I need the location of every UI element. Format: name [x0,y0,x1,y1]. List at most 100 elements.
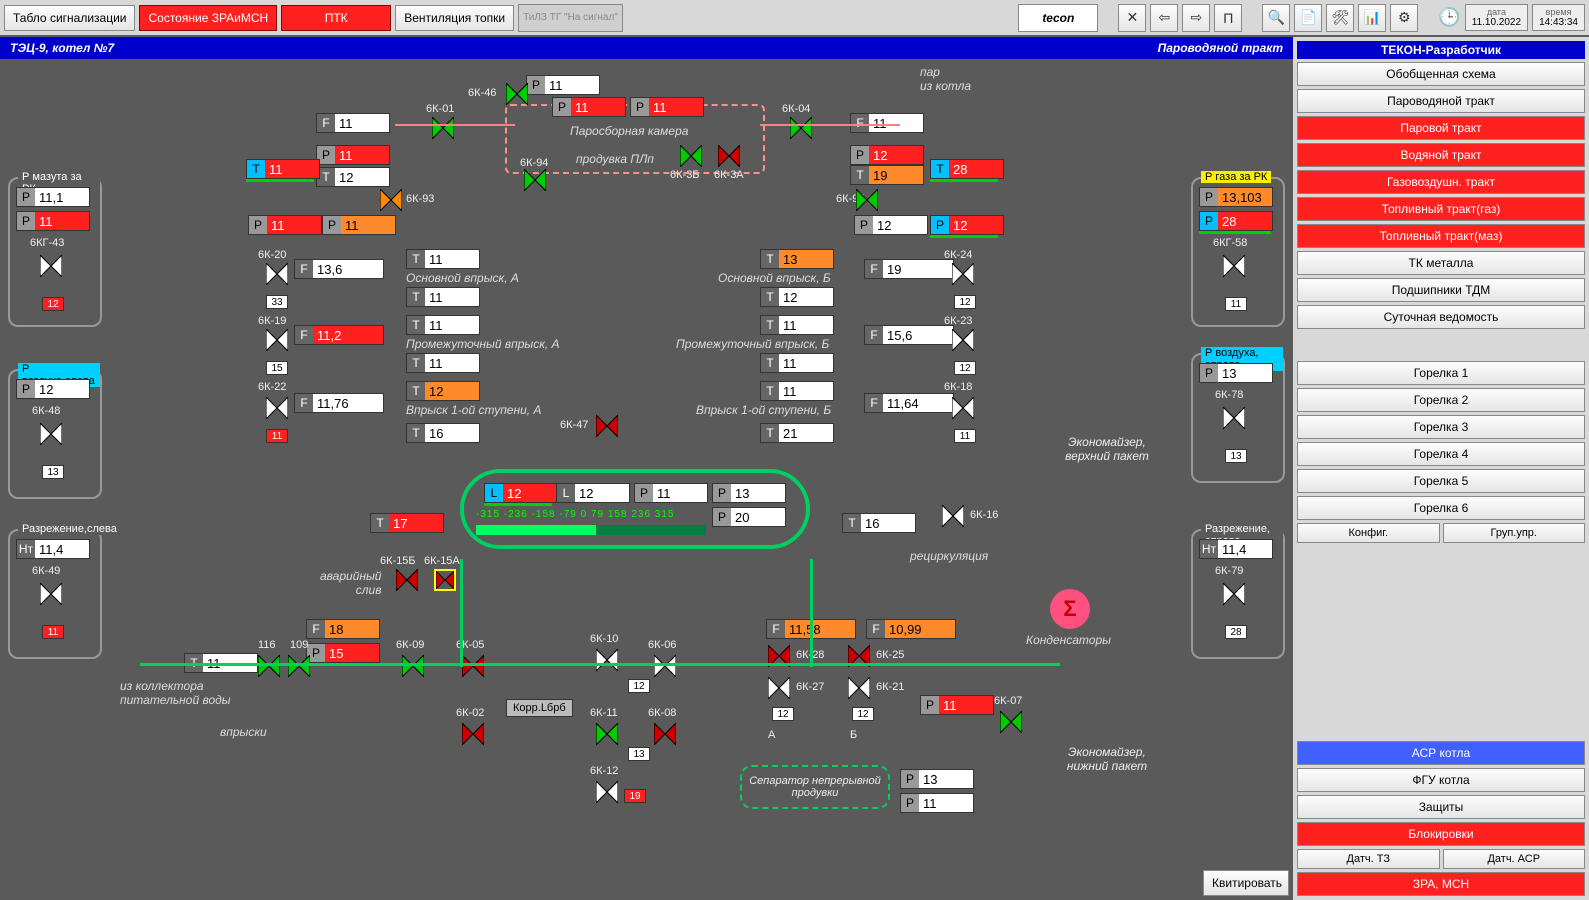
drum-P3[interactable]: P20 [712,507,786,527]
btn-vent[interactable]: Вентиляция топки [395,5,514,31]
left-P[interactable]: P11 [316,145,390,165]
f18[interactable]: F11,64 [864,393,954,413]
tool4-icon[interactable]: 📊 [1358,4,1386,32]
valve-k04[interactable] [790,117,812,139]
nav-prot[interactable]: Защиты [1297,795,1585,819]
nav-burner3[interactable]: Горелка 3 [1297,415,1585,439]
valve-k20[interactable] [266,263,288,285]
right-F[interactable]: F11 [850,113,924,133]
nav-tkmetal[interactable]: ТК металла [1297,251,1585,275]
ta4[interactable]: T11 [406,353,480,373]
r95-p1[interactable]: P12 [854,215,928,235]
nav-group[interactable]: Груп.упр. [1443,523,1586,543]
valve-k11[interactable] [596,723,618,745]
gaz-p2[interactable]: P28 [1199,211,1273,231]
ta2[interactable]: T11 [406,287,480,307]
tb2[interactable]: T12 [760,287,834,307]
nav-burner6[interactable]: Горелка 6 [1297,496,1585,520]
p15[interactable]: P15 [306,643,380,663]
valve-k23[interactable] [952,329,974,351]
nav-gasair[interactable]: Газовоздушн. тракт [1297,170,1585,194]
drum-Tr[interactable]: T16 [842,513,916,533]
valve-k08[interactable] [654,723,676,745]
drum-Lred[interactable]: L12 [484,483,558,503]
nav-fueloil[interactable]: Топливный тракт(маз) [1297,224,1585,248]
tb4[interactable]: T11 [760,353,834,373]
valve-airr[interactable] [1223,407,1245,429]
p11s[interactable]: P11 [900,793,974,813]
top-p2[interactable]: P11 [552,97,626,117]
valve-k06[interactable] [654,655,676,677]
valve-k12[interactable] [596,781,618,803]
vacr-h[interactable]: Hт11,4 [1199,539,1273,559]
valve-k22[interactable] [266,397,288,419]
valve-gaz[interactable] [1223,255,1245,277]
nav-burner4[interactable]: Горелка 4 [1297,442,1585,466]
r95-p2[interactable]: P12 [930,215,1004,235]
nav-overview[interactable]: Обобщенная схема [1297,62,1585,86]
btn-state[interactable]: Состояние ЗРАиМСН [139,5,277,31]
right-P[interactable]: P12 [850,145,924,165]
tool1-icon[interactable]: 🔍 [1262,4,1290,32]
btn-ptk[interactable]: ПТК [281,5,391,31]
valve-k95[interactable] [856,189,878,211]
nav-fuelgas[interactable]: Топливный тракт(газ) [1297,197,1585,221]
valve-k19[interactable] [266,329,288,351]
valve-k47[interactable] [596,415,618,437]
valve-k15b[interactable] [396,569,418,591]
nav-water[interactable]: Водяной тракт [1297,143,1585,167]
top-p3[interactable]: P11 [630,97,704,117]
airr-p[interactable]: P13 [1199,363,1273,383]
f23[interactable]: F15,6 [864,325,954,345]
tb1[interactable]: T13 [760,249,834,269]
btn-tablo[interactable]: Табло сигнализации [4,5,135,31]
valve-k10[interactable] [596,649,618,671]
tb3[interactable]: T11 [760,315,834,335]
f1099[interactable]: F10,99 [866,619,956,639]
close-icon[interactable]: ✕ [1118,4,1146,32]
l93-p2[interactable]: P11 [322,215,396,235]
nav-block[interactable]: Блокировки [1297,822,1585,846]
l93-p1[interactable]: P11 [248,215,322,235]
drum-P2[interactable]: P13 [712,483,786,503]
nav-config[interactable]: Конфиг. [1297,523,1440,543]
top-p[interactable]: P11 [526,75,600,95]
tool3-icon[interactable]: 🛠 [1326,4,1354,32]
nav-sens-tz[interactable]: Датч. ТЗ [1297,849,1440,869]
p13s[interactable]: P13 [900,769,974,789]
left-F[interactable]: F11 [316,113,390,133]
forward-icon[interactable]: ⇨ [1182,4,1210,32]
valve-k15a[interactable] [434,569,456,591]
valve-k07[interactable] [1000,711,1022,733]
nav-burner5[interactable]: Горелка 5 [1297,469,1585,493]
f22[interactable]: F11,76 [294,393,384,413]
drum-L[interactable]: L12 [556,483,630,503]
tool5-icon[interactable]: ⚙ [1390,4,1418,32]
valve-k05[interactable] [462,655,484,677]
nav-zra[interactable]: ЗРА, МСН [1297,872,1585,896]
f19[interactable]: F11,2 [294,325,384,345]
valve-k24[interactable] [952,263,974,285]
vacl-h[interactable]: Hт11,4 [16,539,90,559]
ack-button[interactable]: Квитировать [1203,870,1289,896]
valve-airl[interactable] [40,423,62,445]
valve-k3b[interactable] [680,145,702,167]
valve-k46[interactable] [506,83,528,105]
valve-k02[interactable] [462,723,484,745]
nav-steam[interactable]: Паровой тракт [1297,116,1585,140]
valve-k09[interactable] [402,655,424,677]
valve-k21[interactable] [848,677,870,699]
right-Tblue[interactable]: T28 [930,159,1004,179]
nav-steamwater[interactable]: Пароводяной тракт [1297,89,1585,113]
mazut-p2[interactable]: P11 [16,211,90,231]
valve-k18[interactable] [952,397,974,419]
valve-k16[interactable] [942,505,964,527]
gaz-p1[interactable]: P13,103 [1199,187,1273,207]
valve-k93[interactable] [380,189,402,211]
valve-mazut[interactable] [40,255,62,277]
valve-k27[interactable] [768,677,790,699]
nav-burner2[interactable]: Горелка 2 [1297,388,1585,412]
ta6[interactable]: T16 [406,423,480,443]
nav-burner1[interactable]: Горелка 1 [1297,361,1585,385]
nav-fgu[interactable]: ФГУ котла [1297,768,1585,792]
